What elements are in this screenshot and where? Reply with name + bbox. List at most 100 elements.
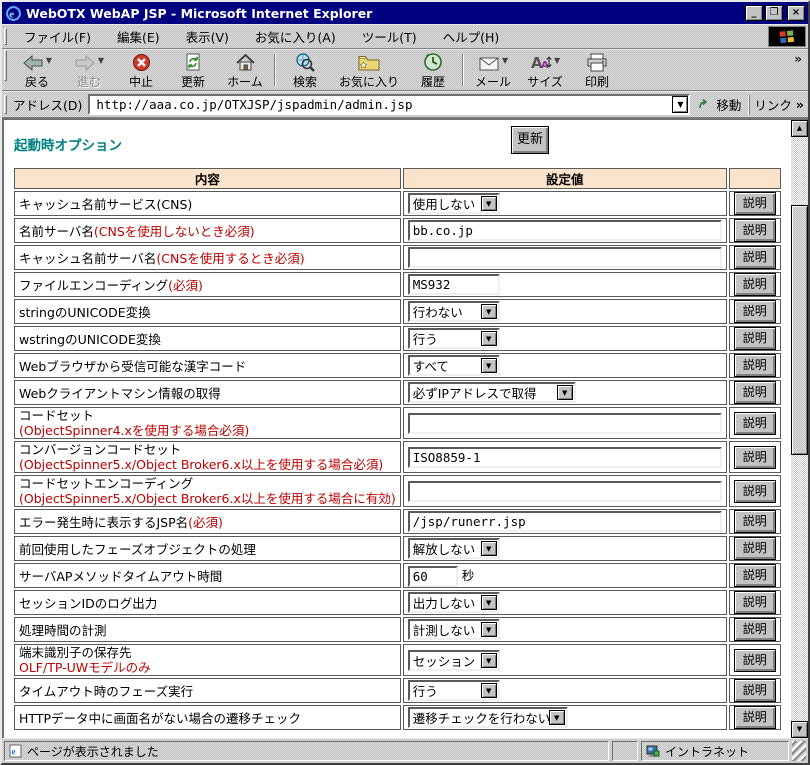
row-desc-cell: 説明 xyxy=(729,563,781,588)
desc-button[interactable]: 説明 xyxy=(734,354,776,377)
desc-button[interactable]: 説明 xyxy=(734,706,776,729)
menu-bar-grip[interactable] xyxy=(4,28,7,46)
desc-button[interactable]: 説明 xyxy=(734,564,776,587)
row-label-cell: コードセット(ObjectSpinner4.xを使用する場合必須) xyxy=(14,407,401,439)
chevron-down-icon[interactable]: ▼ xyxy=(481,304,497,319)
desc-button[interactable]: 説明 xyxy=(734,446,776,469)
address-input[interactable] xyxy=(96,97,672,112)
row-select[interactable]: 遷移チェックを行わない▼ xyxy=(408,707,568,728)
vertical-scrollbar[interactable]: ▲ ▼ xyxy=(791,120,808,738)
row-input[interactable] xyxy=(408,566,458,587)
row-select[interactable]: 必ずIPアドレスで取得▼ xyxy=(408,382,576,403)
menu-item-0[interactable]: ファイル(F) xyxy=(11,24,104,49)
toolbar-button-0[interactable]: ▼戻る xyxy=(11,50,63,90)
toolbar-button-6[interactable]: お気に入り xyxy=(331,50,407,90)
toolbar-grip[interactable] xyxy=(4,50,7,81)
row-label: 前回使用したフェーズオブジェクトの処理 xyxy=(19,542,256,557)
go-arrow-icon xyxy=(698,98,711,111)
chevron-down-icon[interactable]: ▼ xyxy=(502,56,508,65)
close-button[interactable]: × xyxy=(787,5,805,21)
row-select[interactable]: 解放しない▼ xyxy=(408,538,500,559)
desc-button[interactable]: 説明 xyxy=(734,300,776,323)
forward-icon xyxy=(74,50,96,72)
go-button[interactable]: 移動 xyxy=(690,95,749,114)
row-select[interactable]: 行う▼ xyxy=(408,680,500,701)
address-dropdown-icon[interactable]: ▼ xyxy=(672,96,688,113)
row-label-cell: エラー発生時に表示するJSP名(必須) xyxy=(14,509,401,534)
chevron-down-icon[interactable]: ▼ xyxy=(98,56,104,65)
toolbar-button-3[interactable]: 更新 xyxy=(167,50,219,90)
desc-button[interactable]: 説明 xyxy=(734,381,776,404)
chevron-down-icon[interactable]: ▼ xyxy=(481,622,497,637)
update-button[interactable]: 更新 xyxy=(511,126,549,154)
row-input[interactable] xyxy=(408,481,722,502)
row-input[interactable] xyxy=(408,274,500,295)
menu-item-1[interactable]: 編集(E) xyxy=(104,24,173,49)
resize-grip[interactable] xyxy=(792,741,806,761)
row-select[interactable]: 計測しない▼ xyxy=(408,619,500,640)
chevron-down-icon[interactable]: ▼ xyxy=(481,683,497,698)
scroll-down-icon[interactable]: ▼ xyxy=(791,721,808,738)
toolbar-button-10[interactable]: 印刷 xyxy=(571,50,623,90)
row-input[interactable] xyxy=(408,511,722,532)
row-input[interactable] xyxy=(408,413,722,434)
desc-button[interactable]: 説明 xyxy=(734,679,776,702)
desc-button[interactable]: 説明 xyxy=(734,273,776,296)
chevron-down-icon[interactable]: ▼ xyxy=(481,331,497,346)
desc-button[interactable]: 説明 xyxy=(734,412,776,435)
row-select[interactable]: セッション▼ xyxy=(408,650,500,671)
toolbar-button-2[interactable]: 中止 xyxy=(115,50,167,90)
desc-button[interactable]: 説明 xyxy=(734,510,776,533)
desc-button[interactable]: 説明 xyxy=(734,649,776,672)
row-input[interactable] xyxy=(408,447,722,468)
row-desc-cell: 説明 xyxy=(729,536,781,561)
history-icon xyxy=(423,50,443,72)
toolbar-button-4[interactable]: ホーム xyxy=(219,50,271,90)
chevron-down-icon[interactable]: ▼ xyxy=(549,710,565,725)
minimize-button[interactable]: _ xyxy=(745,5,763,21)
row-label-cell: キャッシュ名前サービス(CNS) xyxy=(14,191,401,216)
toolbar-button-9[interactable]: AA▼サイズ xyxy=(519,50,571,90)
links-bar[interactable]: リンク » xyxy=(749,95,808,115)
desc-button[interactable]: 説明 xyxy=(734,537,776,560)
menu-item-2[interactable]: 表示(V) xyxy=(173,24,242,49)
row-select[interactable]: 使用しない▼ xyxy=(408,193,500,214)
row-select[interactable]: 行わない▼ xyxy=(408,301,500,322)
address-bar-grip[interactable] xyxy=(4,95,7,115)
table-row: タイムアウト時のフェーズ実行行う▼説明 xyxy=(14,678,781,703)
row-select[interactable]: 行う▼ xyxy=(408,328,500,349)
table-row: キャッシュ名前サービス(CNS) 使用しない▼ 説明 xyxy=(14,191,781,216)
menu-item-5[interactable]: ヘルプ(H) xyxy=(430,24,513,49)
desc-button[interactable]: 説明 xyxy=(734,219,776,242)
chevron-down-icon[interactable]: ▼ xyxy=(46,56,52,65)
toolbar-button-7[interactable]: 履歴 xyxy=(407,50,459,90)
row-select[interactable]: 出力しない▼ xyxy=(408,592,500,613)
desc-button[interactable]: 説明 xyxy=(734,246,776,269)
chevron-down-icon[interactable]: ▼ xyxy=(554,56,560,65)
scrollbar-thumb[interactable] xyxy=(791,205,808,455)
toolbar-overflow-chevron[interactable]: » xyxy=(788,50,808,68)
chevron-down-icon[interactable]: ▼ xyxy=(481,196,497,211)
desc-button[interactable]: 説明 xyxy=(734,480,776,503)
row-input[interactable] xyxy=(408,247,722,268)
toolbar-button-8[interactable]: ▼メール xyxy=(467,50,519,90)
chevron-down-icon[interactable]: ▼ xyxy=(481,541,497,556)
desc-button[interactable]: 説明 xyxy=(734,192,776,215)
chevron-down-icon[interactable]: ▼ xyxy=(557,385,573,400)
chevron-down-icon[interactable]: ▼ xyxy=(481,595,497,610)
row-label: キャッシュ名前サーバ名 xyxy=(19,251,156,266)
menu-item-3[interactable]: お気に入り(A) xyxy=(242,24,349,49)
row-select[interactable]: すべて▼ xyxy=(408,355,500,376)
desc-button[interactable]: 説明 xyxy=(734,618,776,641)
desc-button[interactable]: 説明 xyxy=(734,327,776,350)
row-input[interactable] xyxy=(408,220,722,241)
chevron-down-icon[interactable]: ▼ xyxy=(481,653,497,668)
chevron-down-icon[interactable]: ▼ xyxy=(481,358,497,373)
row-desc-cell: 説明 xyxy=(729,191,781,216)
maximize-button[interactable]: ❐ xyxy=(765,5,783,21)
toolbar-button-5[interactable]: 検索 xyxy=(279,50,331,90)
scroll-up-icon[interactable]: ▲ xyxy=(791,120,808,137)
desc-button[interactable]: 説明 xyxy=(734,591,776,614)
menu-item-4[interactable]: ツール(T) xyxy=(349,24,430,49)
mail-icon xyxy=(478,50,500,72)
